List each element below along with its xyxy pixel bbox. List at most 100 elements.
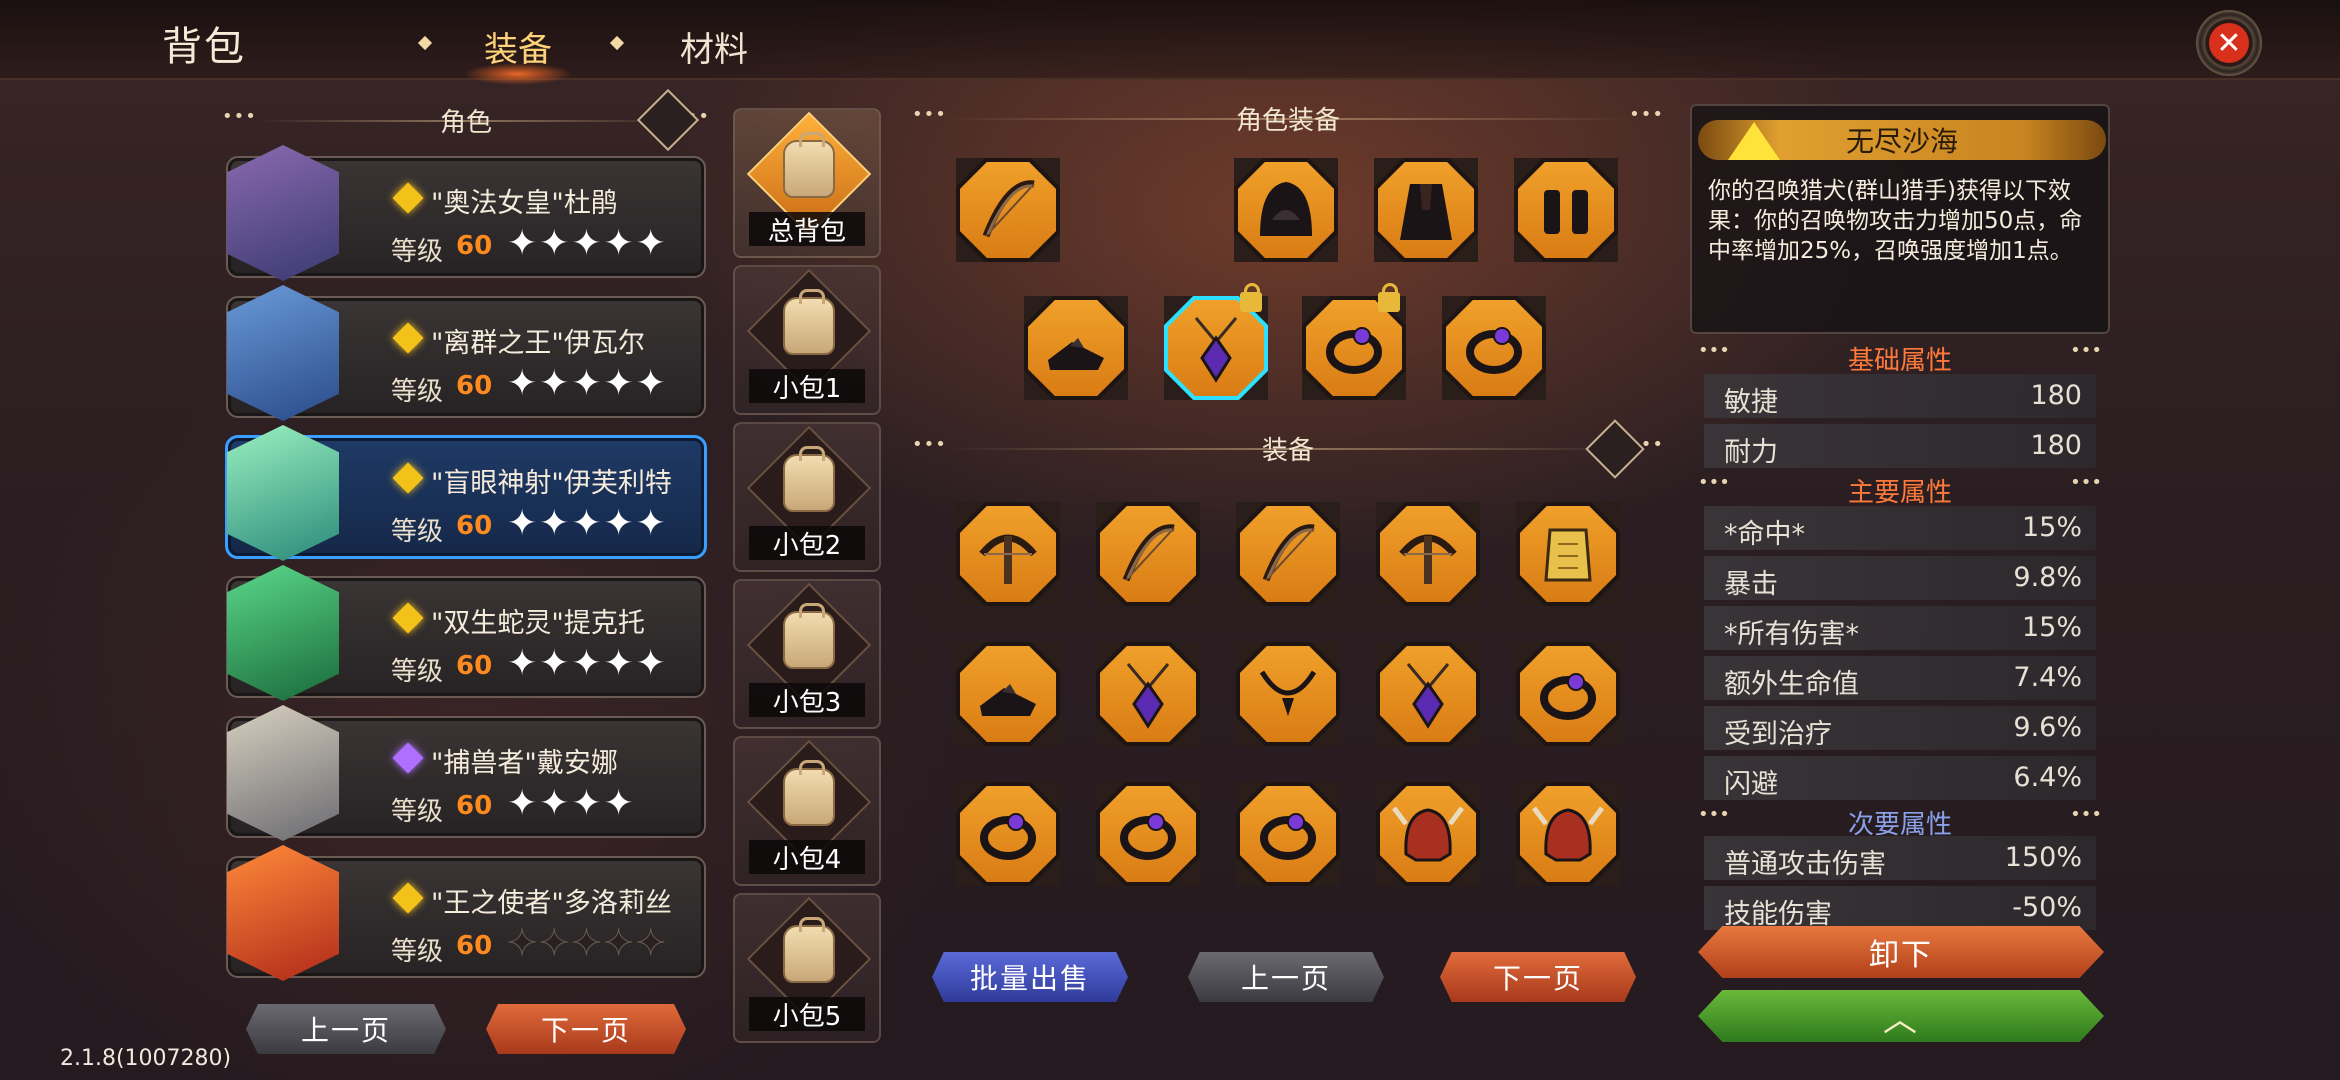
inventory-slot[interactable]	[1236, 782, 1340, 886]
equipped-slot[interactable]	[1302, 283, 1406, 400]
close-button[interactable]: ✕	[2196, 10, 2262, 76]
inventory-next-page-button[interactable]: 下一页	[1440, 952, 1636, 1002]
cloak-icon	[1400, 184, 1452, 240]
attribute-value: 7.4%	[2013, 662, 2082, 693]
backpack-icon	[783, 132, 835, 198]
character-level: 60	[456, 651, 493, 681]
tab-equipment[interactable]: 装备	[464, 22, 572, 85]
backpack-icon	[783, 446, 835, 512]
bag-label: 小包4	[749, 840, 865, 875]
inventory-slot[interactable]	[1096, 502, 1200, 606]
tab-divider	[609, 35, 625, 51]
character-card[interactable]: "王之使者"多洛莉丝 等级 60 ✦✦✦✦✦	[226, 845, 706, 981]
bag-tab[interactable]: 小包4	[733, 736, 881, 886]
bag-tab[interactable]: 小包1	[733, 265, 881, 415]
filter-list-icon[interactable]	[636, 88, 700, 152]
equipped-slot[interactable]	[1234, 158, 1338, 262]
attribute-value: 9.6%	[2013, 712, 2082, 743]
character-portrait	[227, 285, 339, 421]
crossbow-icon	[1399, 534, 1457, 584]
attribute-row: 额外生命值 7.4%	[1704, 656, 2096, 700]
unequip-button[interactable]: 卸下	[1698, 926, 2104, 978]
inventory-slot[interactable]	[1376, 502, 1480, 606]
tab-materials[interactable]: 材料	[680, 22, 748, 71]
backpack-icon	[783, 917, 835, 983]
hood-icon	[1260, 182, 1312, 236]
attribute-row: 技能伤害 -50%	[1704, 886, 2096, 930]
equipped-slot[interactable]	[1024, 296, 1128, 400]
equipped-slot[interactable]	[956, 158, 1060, 262]
inventory-slot[interactable]	[1516, 782, 1620, 886]
character-name: "离群之王"伊瓦尔	[431, 328, 645, 359]
attribute-value: 180	[2030, 380, 2082, 411]
character-card[interactable]: "双生蛇灵"提克托 等级 60 ✦✦✦✦✦	[226, 565, 706, 701]
tab-divider	[417, 35, 433, 51]
bag-tab[interactable]: 小包3	[733, 579, 881, 729]
char-prev-page-button[interactable]: 上一页	[246, 1004, 446, 1054]
close-icon: ✕	[2209, 23, 2249, 63]
bag-tab[interactable]: 小包2	[733, 422, 881, 572]
version-label: 2.1.8(1007280)	[60, 1046, 232, 1071]
ring-icon	[1120, 813, 1176, 860]
attribute-name: 技能伤害	[1724, 899, 1832, 930]
star-rating: ✦✦✦✦✦	[507, 643, 668, 684]
character-portrait	[227, 845, 339, 981]
inventory-slot[interactable]	[1096, 642, 1200, 746]
inventory-slot[interactable]	[1376, 642, 1480, 746]
equipped-slot[interactable]	[1164, 283, 1268, 400]
character-name: "王之使者"多洛莉丝	[431, 888, 672, 919]
bulk-sell-button[interactable]: 批量出售	[932, 952, 1128, 1002]
bag-tab[interactable]: 小包5	[733, 893, 881, 1043]
character-card[interactable]: "捕兽者"戴安娜 等级 60 ✦✦✦✦	[226, 705, 706, 841]
amulet-icon	[1194, 317, 1238, 383]
sort-list-icon[interactable]	[1585, 419, 1645, 479]
inventory-section-header: 装备	[906, 434, 1670, 466]
expand-button[interactable]: ︿	[1698, 990, 2104, 1042]
character-card[interactable]: "盲眼神射"伊芙利特 等级 60 ✦✦✦✦✦	[225, 425, 707, 561]
inventory-slot[interactable]	[1236, 642, 1340, 746]
helmet-icon	[1532, 806, 1604, 862]
inventory-slot[interactable]	[956, 502, 1060, 606]
inventory-slot[interactable]	[1516, 642, 1620, 746]
attribute-row: 敏捷 180	[1704, 374, 2096, 418]
inventory-slot[interactable]	[1516, 502, 1620, 606]
equipped-slot[interactable]	[1374, 158, 1478, 262]
bow-icon	[1122, 524, 1175, 582]
inventory-slot[interactable]	[956, 782, 1060, 886]
inventory-slot[interactable]	[1236, 502, 1340, 606]
star-rating: ✦✦✦✦✦	[507, 223, 668, 264]
level-label: 等级	[391, 237, 444, 267]
inventory-slot[interactable]	[956, 642, 1060, 746]
inventory-slot[interactable]	[1096, 782, 1200, 886]
helmet-icon	[1392, 806, 1464, 862]
level-label: 等级	[391, 377, 444, 407]
character-name: "盲眼神射"伊芙利特	[431, 468, 672, 499]
character-card[interactable]: "奥法女皇"杜鹃 等级 60 ✦✦✦✦✦	[226, 145, 706, 281]
bag-tab[interactable]: 总背包	[733, 108, 881, 258]
equipped-slot[interactable]	[1514, 158, 1618, 262]
bag-label: 小包2	[749, 526, 865, 561]
attribute-value: 150%	[2004, 842, 2082, 873]
char-next-page-button[interactable]: 下一页	[486, 1004, 686, 1054]
rarity-gem-icon	[392, 882, 424, 914]
equipped-slot[interactable]	[1442, 296, 1546, 400]
attribute-value: 180	[2030, 430, 2082, 461]
attribute-row: 闪避 6.4%	[1704, 756, 2096, 800]
inventory-prev-page-button[interactable]: 上一页	[1188, 952, 1384, 1002]
character-card[interactable]: "离群之王"伊瓦尔 等级 60 ✦✦✦✦✦	[226, 285, 706, 421]
character-heading: 角色	[439, 107, 492, 138]
attribute-name: *命中*	[1724, 519, 1805, 550]
attribute-value: 6.4%	[2013, 762, 2082, 793]
backpack-icon	[783, 760, 835, 826]
boots-icon	[980, 684, 1036, 716]
character-name: "奥法女皇"杜鹃	[431, 188, 618, 219]
attribute-row: *命中* 15%	[1704, 506, 2096, 550]
attribute-row: 受到治疗 9.6%	[1704, 706, 2096, 750]
attribute-name: 敏捷	[1724, 387, 1778, 418]
lock-icon	[1240, 283, 1262, 312]
amulet-icon	[1126, 663, 1170, 729]
inventory-slot[interactable]	[1376, 782, 1480, 886]
basic-attributes-heading: 基础属性	[1690, 340, 2110, 376]
rarity-gem-icon	[392, 322, 424, 354]
rarity-gem-icon	[392, 182, 424, 214]
